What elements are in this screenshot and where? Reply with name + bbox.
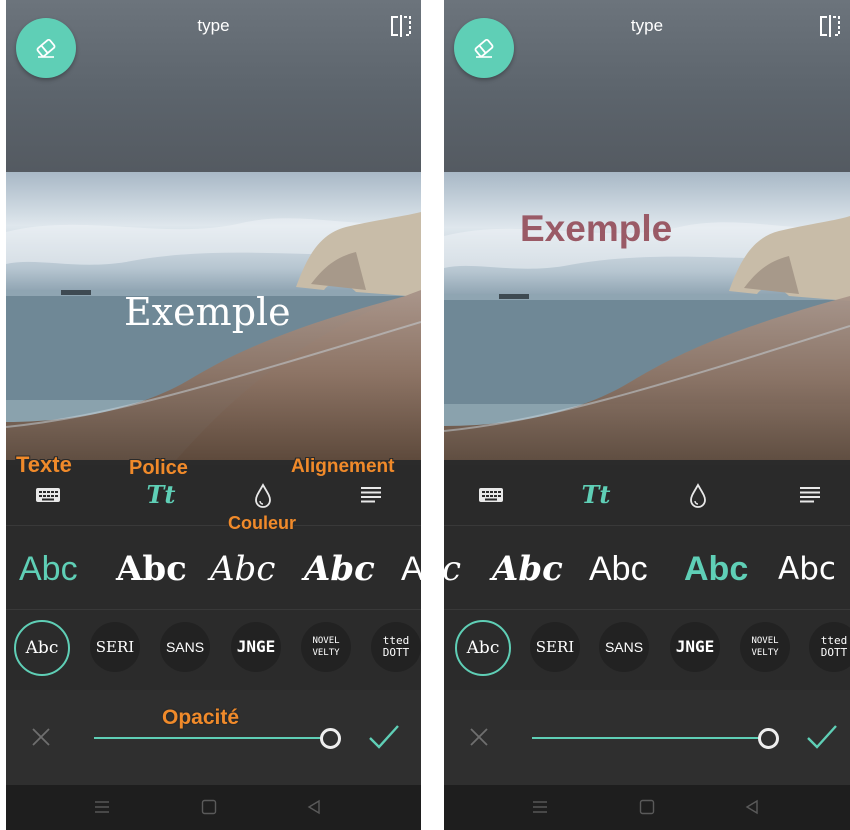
back-triangle-icon[interactable] — [306, 799, 322, 815]
font-chip[interactable]: SERI — [90, 622, 140, 672]
close-icon[interactable] — [30, 726, 52, 748]
home-square-icon[interactable] — [639, 799, 655, 815]
top-bar: type — [6, 0, 421, 172]
check-icon[interactable] — [806, 722, 838, 752]
annotation-text: Texte — [16, 452, 72, 477]
annotation-color: Couleur — [228, 513, 297, 533]
annotation-align: Alignement — [291, 456, 395, 477]
opacity-slider-thumb[interactable] — [320, 728, 341, 749]
style-option[interactable]: Abc — [778, 549, 836, 589]
compare-icon[interactable] — [389, 14, 413, 38]
font-chip-selected[interactable]: Abc — [455, 620, 511, 676]
overlay-text[interactable]: Exemple — [520, 208, 672, 250]
close-icon[interactable] — [468, 726, 490, 748]
style-option[interactable]: c — [444, 549, 461, 589]
opacity-slider-thumb[interactable] — [758, 728, 779, 749]
style-option[interactable]: Abc — [210, 549, 275, 589]
drop-icon — [255, 483, 271, 508]
align-icon — [800, 487, 820, 503]
annotation-opacity: Opacité — [162, 706, 240, 729]
eraser-icon — [474, 38, 494, 58]
menu-icon[interactable] — [532, 799, 548, 815]
opacity-slider-track[interactable] — [94, 737, 329, 739]
color-tool-button[interactable] — [678, 477, 718, 513]
style-option[interactable]: Abc — [304, 549, 375, 589]
android-nav-bar — [6, 785, 421, 830]
style-option[interactable]: Abc — [684, 549, 748, 589]
font-chip[interactable]: tted DOTT — [809, 622, 850, 672]
font-chip[interactable]: SERI — [530, 622, 580, 672]
font-tool-button[interactable]: Tt — [141, 477, 181, 513]
align-tool-button[interactable] — [790, 477, 830, 513]
style-option[interactable]: Abc — [116, 549, 187, 589]
phone-screenshot-right: type Exemple Tt Abc Abc Abc Abc Abc SERI… — [444, 0, 850, 830]
font-chip[interactable]: JNGE — [231, 622, 281, 672]
align-tool-button[interactable] — [351, 477, 391, 513]
style-option[interactable]: Abc — [492, 549, 563, 589]
text-style-row: c Abc Abc Abc Abc — [444, 527, 850, 610]
text-tool-button[interactable] — [471, 477, 511, 513]
keyboard-icon — [479, 488, 503, 502]
annotation-font: Police — [129, 457, 188, 479]
font-chip-row: Abc SERI SANS JNGE NOVEL VELTY tted DOTT — [6, 610, 421, 690]
top-bar: type — [444, 0, 850, 172]
text-tool-button[interactable] — [28, 477, 68, 513]
photo-canvas[interactable]: Exemple — [6, 172, 421, 460]
drop-icon — [690, 483, 706, 508]
compare-icon[interactable] — [818, 14, 842, 38]
back-triangle-icon[interactable] — [744, 799, 760, 815]
style-option[interactable]: Abc — [589, 549, 648, 589]
font-chip[interactable]: JNGE — [670, 622, 720, 672]
style-option[interactable]: A — [401, 549, 421, 589]
align-icon — [361, 487, 381, 503]
home-square-icon[interactable] — [201, 799, 217, 815]
font-chip[interactable]: NOVEL VELTY — [740, 622, 790, 672]
text-style-row: Abc Abc Abc Abc A — [6, 527, 421, 610]
app-title: type — [630, 16, 664, 35]
font-chip[interactable]: SANS — [599, 622, 649, 672]
color-tool-button[interactable] — [243, 477, 283, 513]
opacity-slider-track[interactable] — [532, 737, 767, 739]
app-title: type — [197, 16, 230, 35]
font-chip-row: Abc SERI SANS JNGE NOVEL VELTY tted DOTT — [444, 610, 850, 690]
font-chip-selected[interactable]: Abc — [14, 620, 70, 676]
editor-toolbar: Tt — [444, 465, 850, 526]
phone-screenshot-left: type Exemple Tt Abc Abc Abc Abc A Abc SE… — [6, 0, 421, 830]
font-chip[interactable]: SANS — [160, 622, 210, 672]
check-icon[interactable] — [368, 722, 400, 752]
opacity-controls — [6, 690, 421, 785]
photo-canvas[interactable]: Exemple — [444, 172, 850, 460]
style-option[interactable]: Abc — [19, 549, 78, 589]
font-tool-button[interactable]: Tt — [576, 477, 616, 513]
android-nav-bar — [444, 785, 850, 830]
overlay-text[interactable]: Exemple — [124, 290, 291, 334]
eraser-icon — [36, 38, 56, 58]
font-chip[interactable]: tted DOTT — [371, 622, 421, 672]
keyboard-icon — [36, 488, 60, 502]
opacity-controls — [444, 690, 850, 785]
menu-icon[interactable] — [94, 799, 110, 815]
font-chip[interactable]: NOVEL VELTY — [301, 622, 351, 672]
